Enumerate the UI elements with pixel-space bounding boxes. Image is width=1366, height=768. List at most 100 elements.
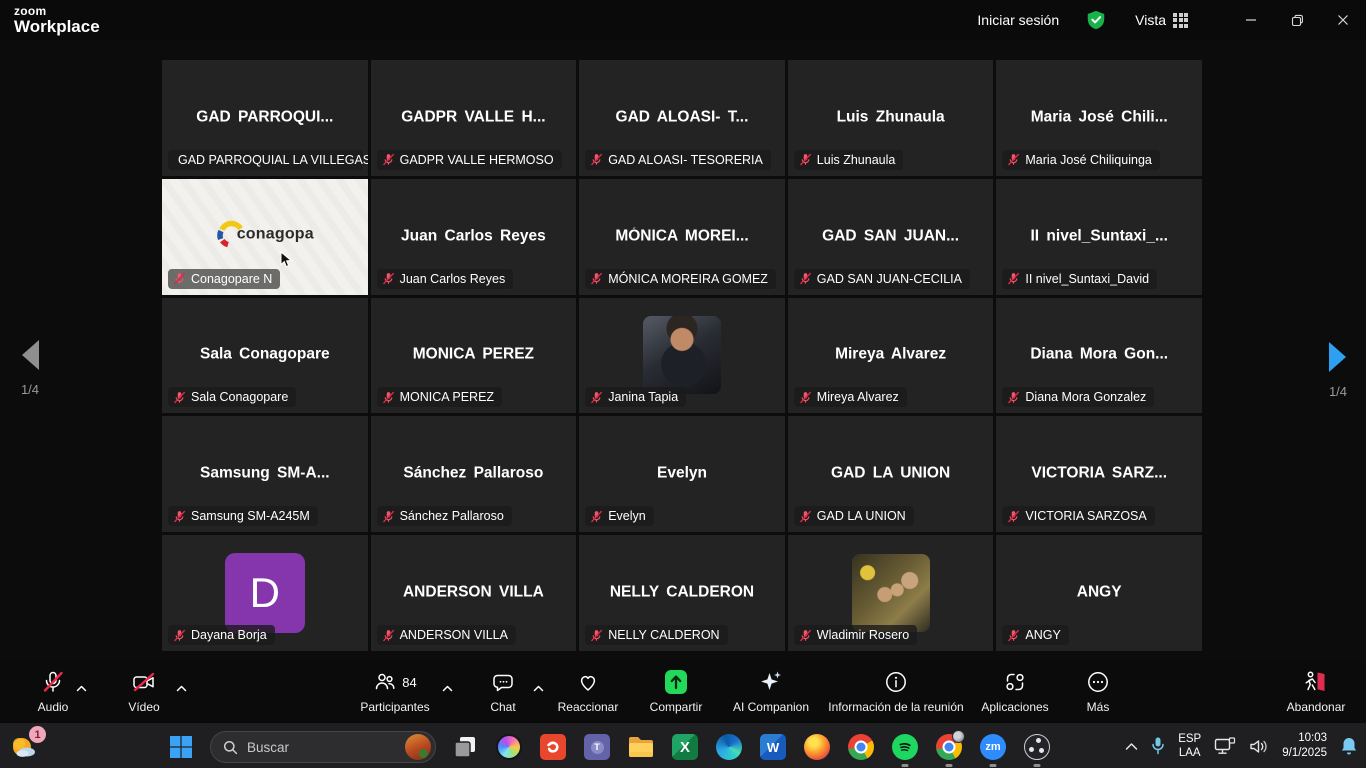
participant-tile[interactable]: GADPR VALLE H...GADPR VALLE HERMOSO [371,60,577,176]
firefox-app[interactable] [802,732,832,762]
volume-icon[interactable] [1249,738,1269,755]
participant-name: GADPR VALLE H... [371,109,577,127]
participant-tile[interactable]: DDayana Borja [162,535,368,651]
muted-mic-icon [590,629,603,642]
video-options-caret[interactable] [176,679,187,697]
tray-expand-caret[interactable] [1125,742,1138,751]
search-highlight-image[interactable] [405,734,431,760]
participant-tile[interactable]: II nivel_Suntaxi_...II nivel_Suntaxi_Dav… [996,179,1202,295]
participant-name: VICTORIA SARZ... [996,465,1202,483]
participant-tile[interactable]: Maria José Chili...Maria José Chiliquing… [996,60,1202,176]
participant-tile[interactable]: Samsung SM-A... Samsung SM-A245M [162,416,368,532]
teams-app[interactable]: T [582,732,612,762]
ai-companion-button[interactable]: AI Companion [722,669,820,714]
edge-icon [716,734,742,760]
participant-tile[interactable]: GAD LA UNIONGAD LA UNION [788,416,994,532]
weather-widget[interactable]: 1 [8,731,42,763]
zoom-workplace-logo: zoom Workplace [14,5,100,35]
participants-label: Participantes [360,700,429,714]
clock[interactable]: 10:03 9/1/2025 [1282,731,1327,761]
participant-tile[interactable]: MONICA PEREZMONICA PEREZ [371,298,577,414]
taskbar-search-input[interactable]: Buscar [210,731,436,763]
close-button[interactable] [1320,0,1366,40]
participant-label-text: MONICA PEREZ [400,390,494,404]
participant-name: Sánchez Pallaroso [371,465,577,483]
chat-label: Chat [490,700,515,714]
participant-tile[interactable]: Sala ConagopareSala Conagopare [162,298,368,414]
participant-tile[interactable]: GAD PARROQUI...GAD PARROQUIAL LA VILLEGA… [162,60,368,176]
participant-tile[interactable]: Sánchez PallarosoSánchez Pallaroso [371,416,577,532]
participant-name-label: GAD PARROQUIAL LA VILLEGAS [168,150,363,170]
participant-name-label: Samsung SM-A245M [168,506,318,526]
participant-tile[interactable]: MÓNICA MOREI...MÓNICA MOREIRA GOMEZ [579,179,785,295]
word-app[interactable]: W [758,732,788,762]
more-button[interactable]: Más [1072,669,1124,714]
participant-tile[interactable]: Luis ZhunaulaLuis Zhunaula [788,60,994,176]
pdf-app[interactable] [538,732,568,762]
restore-button[interactable] [1274,0,1320,40]
task-view-button[interactable] [450,732,480,762]
participant-tile[interactable]: ANDERSON VILLAANDERSON VILLA [371,535,577,651]
audio-options-caret[interactable] [76,679,87,697]
gallery-next-page[interactable]: 1/4 [1326,340,1350,399]
meeting-info-button[interactable]: Información de la reunión [826,669,966,714]
gallery-prev-page[interactable]: 1/4 [18,338,42,397]
participants-options-caret[interactable] [442,679,453,697]
spotify-app[interactable] [890,732,920,762]
chat-icon [491,670,516,694]
chrome-app[interactable] [846,732,876,762]
view-button[interactable]: Vista [1135,12,1188,28]
muted-mic-icon [1007,272,1020,285]
muted-mic-icon [1007,153,1020,166]
apps-button[interactable]: Aplicaciones [972,669,1058,714]
excel-app[interactable]: X [670,732,700,762]
leave-button[interactable]: Abandonar [1276,669,1356,714]
search-icon [223,740,238,755]
participant-tile[interactable]: Mireya AlvarezMireya Alvarez [788,298,994,414]
copilot-app[interactable] [494,732,524,762]
sign-in-button[interactable]: Iniciar sesión [977,12,1059,28]
chrome-profile-app[interactable] [934,732,964,762]
participant-tile[interactable]: ANGYANGY [996,535,1202,651]
obs-app[interactable] [1022,732,1052,762]
participant-tile[interactable]: EvelynEvelyn [579,416,785,532]
participants-button[interactable]: 84 Participantes [350,669,440,714]
audio-label: Audio [38,700,69,714]
participant-tile[interactable]: Juan Carlos ReyesJuan Carlos Reyes [371,179,577,295]
edge-app[interactable] [714,732,744,762]
zoom-app[interactable]: zm [978,732,1008,762]
participant-tile[interactable]: GAD ALOASI- T...GAD ALOASI- TESORERIA [579,60,785,176]
participant-name: Samsung SM-A... [162,465,368,483]
react-button[interactable]: Reaccionar [548,669,628,714]
video-label: Vídeo [128,700,159,714]
participant-tile[interactable]: VICTORIA SARZ...VICTORIA SARZOSA [996,416,1202,532]
participant-label-text: Conagopare N [191,272,272,286]
network-icon[interactable] [1214,737,1236,755]
participant-name: Juan Carlos Reyes [371,227,577,245]
profile-badge [952,730,965,743]
chat-options-caret[interactable] [533,679,544,697]
participant-name: MÓNICA MOREI... [579,227,785,245]
participant-tile[interactable]: conagopaConagopare N [162,179,368,295]
start-button[interactable] [166,732,196,762]
tray-microphone-icon[interactable] [1151,736,1165,756]
minimize-button[interactable] [1228,0,1274,40]
security-shield-icon[interactable] [1085,9,1107,31]
participant-name-label: Janina Tapia [585,387,686,407]
chat-button[interactable]: Chat [478,669,528,714]
language-indicator[interactable]: ESP LAA [1178,732,1201,761]
brand-workplace: Workplace [14,18,100,35]
participant-name-label: Evelyn [585,506,654,526]
participant-name-label: Mireya Alvarez [794,387,907,407]
video-button[interactable]: Vídeo [116,669,172,714]
participant-tile[interactable]: Diana Mora Gon...Diana Mora Gonzalez [996,298,1202,414]
participant-tile[interactable]: NELLY CALDERONNELLY CALDERON [579,535,785,651]
audio-button[interactable]: Audio [24,669,82,714]
share-button[interactable]: Compartir [638,669,714,714]
participant-tile[interactable]: Janina Tapia [579,298,785,414]
file-explorer-app[interactable] [626,732,656,762]
participant-tile[interactable]: Wladimir Rosero [788,535,994,651]
notification-bell-icon[interactable] [1340,736,1358,756]
participant-tile[interactable]: GAD SAN JUAN...GAD SAN JUAN-CECILIA [788,179,994,295]
muted-mic-icon [590,272,603,285]
